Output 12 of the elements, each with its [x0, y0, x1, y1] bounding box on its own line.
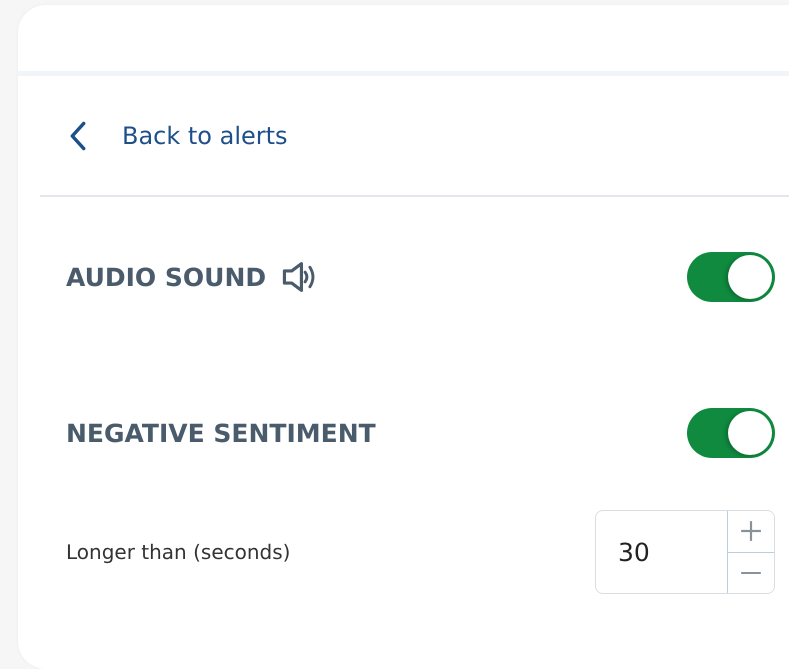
field-value: 30 [617, 536, 651, 568]
section-title: NEGATIVE SENTIMENT [66, 418, 376, 448]
field-label: Longer than (seconds) [66, 540, 290, 564]
speaker-icon [282, 261, 316, 293]
toggle-switch[interactable] [687, 408, 775, 458]
chevron-left-icon [70, 120, 86, 150]
section-title: AUDIO SOUND [66, 262, 266, 292]
back-link[interactable]: Back to alerts [70, 120, 288, 150]
plus-icon [740, 520, 762, 542]
minus-icon [740, 572, 762, 574]
number-field[interactable]: 30 [595, 510, 775, 594]
toggle-switch[interactable] [687, 252, 775, 302]
